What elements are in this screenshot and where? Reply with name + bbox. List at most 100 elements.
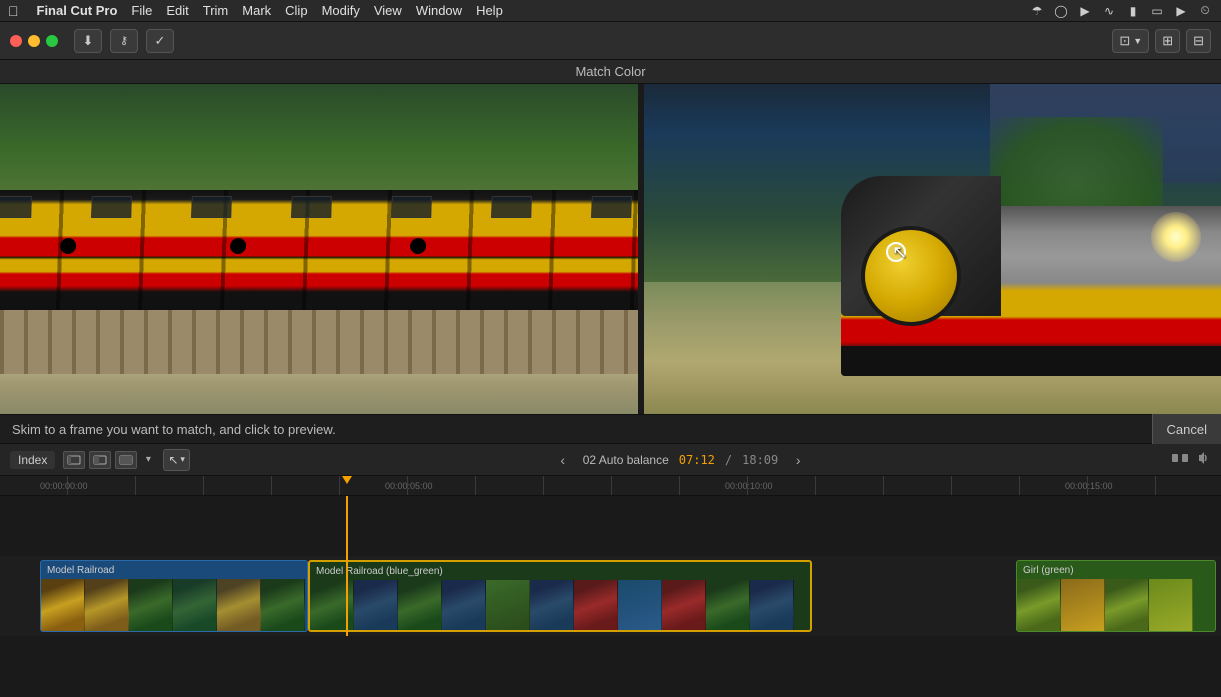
clip-appearance-chevron[interactable]: ▾ [141, 451, 155, 469]
blue-thumb-8 [618, 580, 662, 630]
girl-thumb-1 [1017, 579, 1061, 631]
menu-edit[interactable]: Edit [166, 3, 188, 18]
cancel-label: Cancel [1167, 422, 1207, 437]
check-button[interactable]: ✓ [146, 29, 174, 53]
right-preview[interactable]: ↖ [644, 84, 1221, 414]
clip-model-railroad-blue-green[interactable]: Model Railroad (blue_green) [308, 560, 812, 632]
clip-girl-green-label: Girl (green) [1023, 565, 1074, 576]
clips-row: Model Railroad Model Railroad (blue_gree… [0, 556, 1221, 636]
girl-thumb-4 [1149, 579, 1193, 631]
filmstrip-icon-3[interactable] [115, 451, 137, 469]
time-separator: / [725, 453, 732, 467]
playhead-line [346, 496, 348, 636]
girl-thumb-3 [1105, 579, 1149, 631]
thumb-4 [173, 579, 217, 631]
toolbar-right: ⊡ ▼ ⊞ ⊟ [1112, 29, 1211, 53]
timeline-center-controls: ‹ 02 Auto balance 07:12 / 18:09 › [198, 450, 1163, 470]
clip-appearance-group: ▾ [63, 451, 155, 469]
clip-model-railroad-blue-label: Model Railroad (blue_green) [316, 566, 443, 577]
blue-thumb-11 [750, 580, 794, 630]
filmstrip-icon-1[interactable] [63, 451, 85, 469]
arrow-icon: ↖ [168, 453, 178, 467]
total-time: 18:09 [742, 453, 778, 467]
prev-clip-button[interactable]: ‹ [553, 450, 573, 470]
app-name-menu[interactable]: Final Cut Pro [37, 3, 118, 18]
key-icon: ⚷ [120, 34, 128, 47]
blue-thumb-10 [706, 580, 750, 630]
left-preview[interactable] [0, 84, 638, 414]
index-label: Index [18, 453, 47, 467]
key-button[interactable]: ⚷ [110, 29, 138, 53]
viewer-icon: ⊡ [1119, 33, 1130, 49]
clip-model-railroad-blue-thumbnails [310, 580, 810, 630]
grid-layout-button[interactable]: ⊞ [1155, 29, 1180, 53]
viewer-layout-button[interactable]: ⊡ ▼ [1112, 29, 1149, 53]
cursor-arrow: ↖ [892, 242, 907, 263]
thumb-6 [261, 579, 305, 631]
blue-thumb-5 [486, 580, 530, 630]
time-icon: ⏲ [1197, 3, 1213, 19]
audio-icon[interactable] [1195, 450, 1211, 469]
menu-mark[interactable]: Mark [242, 3, 271, 18]
menu-window[interactable]: Window [416, 3, 462, 18]
skim-message: Skim to a frame you want to match, and c… [12, 422, 336, 437]
clip-icon: ⊟ [1193, 33, 1204, 49]
thumb-5 [217, 579, 261, 631]
upper-track-space [0, 496, 1221, 556]
match-color-header: Match Color [0, 60, 1221, 84]
current-time: 07:12 [679, 453, 715, 467]
menu-clip[interactable]: Clip [285, 3, 307, 18]
cancel-button[interactable]: Cancel [1152, 414, 1221, 444]
clip-model-railroad-thumbnails [41, 579, 307, 631]
blue-thumb-4 [442, 580, 486, 630]
menu-help[interactable]: Help [476, 3, 503, 18]
close-button[interactable] [10, 35, 22, 47]
blue-thumb-6 [530, 580, 574, 630]
right-train-engine [841, 176, 1221, 376]
next-clip-button[interactable]: › [788, 450, 808, 470]
filmstrip-icon-2[interactable] [89, 451, 111, 469]
timeline-area[interactable]: Model Railroad Model Railroad (blue_gree… [0, 496, 1221, 636]
one-password-icon: ◯ [1053, 3, 1069, 19]
minimize-button[interactable] [28, 35, 40, 47]
thumb-1 [41, 579, 85, 631]
blue-thumb-3 [398, 580, 442, 630]
check-icon: ✓ [155, 33, 166, 49]
thumb-2 [85, 579, 129, 631]
menu-modify[interactable]: Modify [322, 3, 360, 18]
clip-model-railroad-label: Model Railroad [47, 565, 114, 576]
clip-view-button[interactable]: ⊟ [1186, 29, 1211, 53]
airplay-icon: ▭ [1149, 3, 1165, 19]
volume-icon: ▶ [1173, 3, 1189, 19]
clip-model-railroad[interactable]: Model Railroad [40, 560, 308, 632]
menu-trim[interactable]: Trim [203, 3, 229, 18]
tool-select[interactable]: ↖ ▾ [163, 449, 190, 471]
left-train-car [0, 190, 638, 310]
match-color-title: Match Color [575, 64, 645, 79]
index-button[interactable]: Index [10, 451, 55, 469]
thumb-3 [129, 579, 173, 631]
download-icon: ⬇ [83, 33, 94, 49]
ruler-track: 00:00:00:00 00:00:05:00 00:00:10:00 00:0… [0, 476, 1221, 495]
menu-file[interactable]: File [131, 3, 152, 18]
timeline-scroll-area[interactable] [0, 636, 1221, 646]
timeline-right-icons [1171, 450, 1211, 469]
fullscreen-button[interactable] [46, 35, 58, 47]
traffic-lights [10, 35, 58, 47]
skim-bar: Skim to a frame you want to match, and c… [0, 414, 1221, 444]
blue-thumb-9 [662, 580, 706, 630]
girl-thumb-2 [1061, 579, 1105, 631]
chevron-down-icon: ▼ [1133, 36, 1142, 46]
import-button[interactable]: ⬇ [74, 29, 102, 53]
apple-menu-icon[interactable]:  [8, 3, 19, 19]
clip-name: 02 Auto balance [583, 453, 669, 467]
timecode-ruler: 00:00:00:00 00:00:05:00 00:00:10:00 00:0… [0, 476, 1221, 496]
timeline-controls: Index ▾ ↖ ▾ ‹ 02 Auto balance 07:12 / 18… [0, 444, 1221, 476]
zoom-to-fit-icon[interactable] [1171, 450, 1189, 469]
menu-view[interactable]: View [374, 3, 402, 18]
blue-thumb-2 [354, 580, 398, 630]
clip-girl-green[interactable]: Girl (green) [1016, 560, 1216, 632]
menubar:  Final Cut Pro File Edit Trim Mark Clip… [0, 0, 1221, 22]
menubar-right-icons: ☂ ◯ ▶ ∿ ▮ ▭ ▶ ⏲ [1029, 3, 1213, 19]
blue-thumb-7 [574, 580, 618, 630]
